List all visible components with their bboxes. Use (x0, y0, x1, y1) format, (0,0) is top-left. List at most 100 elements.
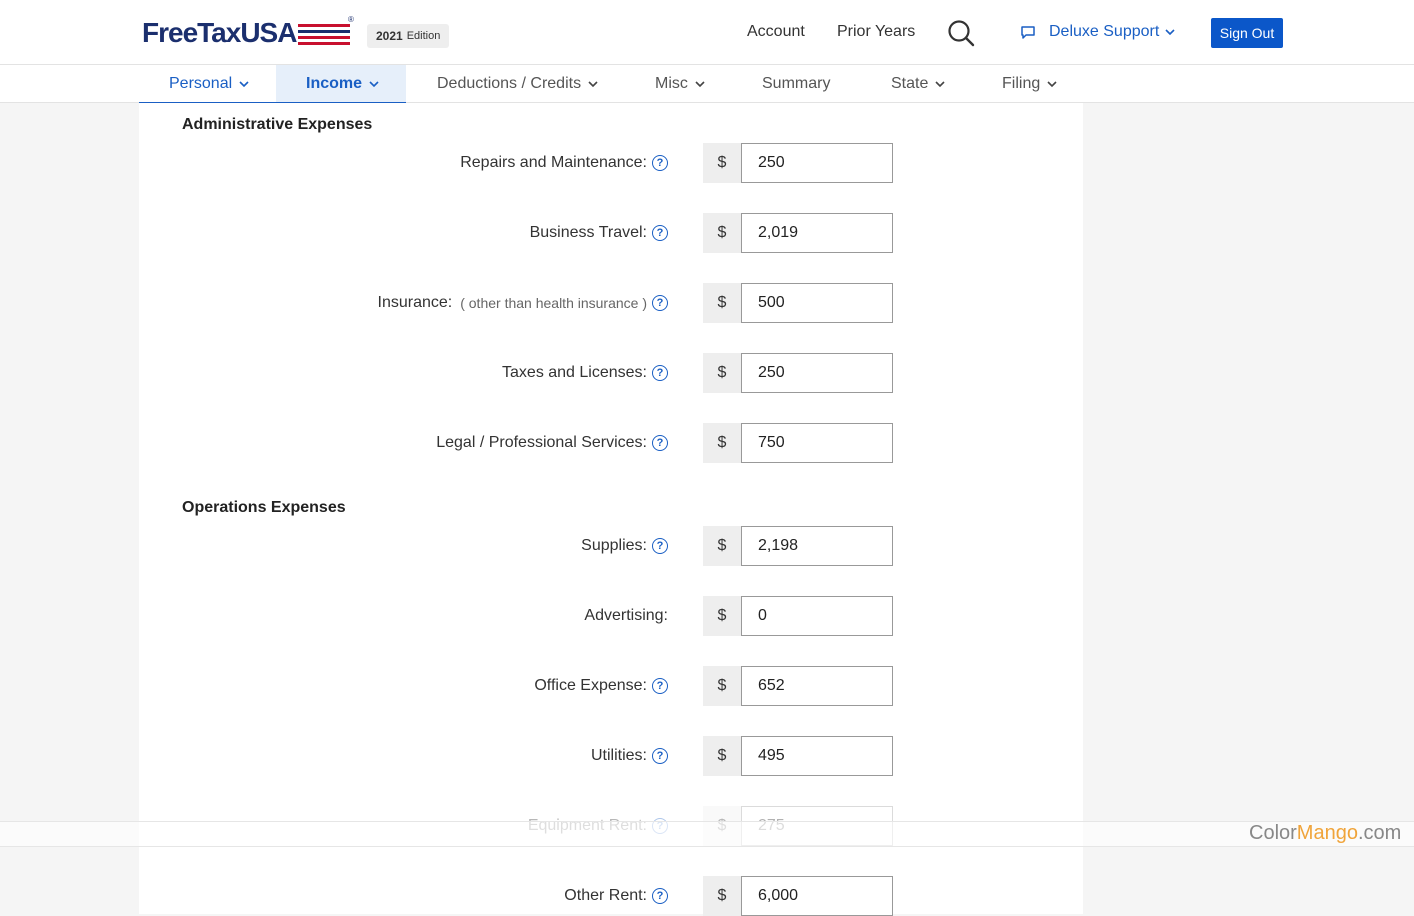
help-icon[interactable]: ? (652, 538, 668, 554)
expense-label: Business Travel:? (530, 213, 668, 253)
tab-misc-label: Misc (655, 75, 688, 92)
dollar-addon: $ (703, 736, 741, 776)
tab-state[interactable]: State (891, 65, 946, 103)
tab-state-label: State (891, 75, 929, 92)
expense-label-text: Other Rent: (564, 887, 647, 904)
expense-row-taxes-licenses: Taxes and Licenses:? $ (0, 353, 1414, 393)
dollar-addon: $ (703, 526, 741, 566)
tab-personal[interactable]: Personal (169, 65, 250, 103)
expense-label-text: Insurance: (377, 294, 453, 311)
chevron-down-icon (934, 79, 946, 89)
deluxe-support-menu[interactable]: Deluxe Support (1020, 23, 1176, 41)
chevron-down-icon (587, 79, 599, 89)
chevron-down-icon (694, 79, 706, 89)
expense-row-utilities: Utilities:? $ (0, 736, 1414, 776)
edition-label: Edition (406, 30, 441, 42)
watermark-part: .com (1357, 822, 1402, 844)
chat-bubble-icon (1021, 26, 1035, 39)
tab-summary[interactable]: Summary (762, 65, 830, 103)
watermark: ColorMango.com (1249, 822, 1401, 845)
help-icon[interactable]: ? (652, 225, 668, 241)
expense-label-text: Taxes and Licenses: (502, 364, 647, 381)
edition-year: 2021 (376, 29, 403, 43)
expense-label: Other Rent:? (564, 876, 668, 916)
repairs-maintenance-input[interactable] (741, 143, 893, 183)
expense-label-text: Office Expense: (534, 677, 647, 694)
expense-label: Supplies:? (581, 526, 668, 566)
watermark-part: Mango (1296, 822, 1358, 844)
tab-misc[interactable]: Misc (655, 65, 706, 103)
flag-stripes-icon (298, 20, 351, 46)
help-icon[interactable]: ? (652, 155, 668, 171)
business-travel-input[interactable] (741, 213, 893, 253)
account-link[interactable]: Account (747, 23, 805, 41)
main-nav: Personal Income Deductions / Credits Mis… (0, 65, 1414, 105)
advertising-input[interactable] (741, 596, 893, 636)
expense-row-other-rent: Other Rent:? $ (0, 876, 1414, 916)
help-icon[interactable]: ? (652, 295, 668, 311)
expense-label: Advertising: (584, 596, 668, 636)
tab-summary-label: Summary (762, 75, 831, 92)
supplies-input[interactable] (741, 526, 893, 566)
registered-mark: ® (348, 15, 354, 24)
taxes-licenses-input[interactable] (741, 353, 893, 393)
administrative-expenses-heading: Administrative Expenses (182, 116, 373, 133)
expense-label-text: Advertising: (584, 607, 668, 624)
tab-filing[interactable]: Filing (1002, 65, 1058, 103)
tab-filing-label: Filing (1002, 75, 1041, 92)
edition-badge: 2021 Edition (367, 24, 450, 48)
insurance-input[interactable] (741, 283, 893, 323)
expense-row-insurance: Insurance: ( other than health insurance … (0, 283, 1414, 323)
expense-label-note: ( other than health insurance ) (460, 295, 647, 311)
help-icon[interactable]: ? (652, 435, 668, 451)
utilities-input[interactable] (741, 736, 893, 776)
help-icon[interactable]: ? (652, 365, 668, 381)
expense-row-legal-professional: Legal / Professional Services:? $ (0, 423, 1414, 463)
chevron-down-icon (1165, 29, 1175, 36)
dollar-addon: $ (703, 283, 741, 323)
expense-label: Office Expense:? (534, 666, 668, 706)
operations-expenses-heading: Operations Expenses (182, 499, 346, 516)
tab-personal-label: Personal (169, 75, 233, 92)
other-rent-input[interactable] (741, 876, 893, 916)
expense-label-text: Legal / Professional Services: (436, 434, 647, 451)
expense-row-supplies: Supplies:? $ (0, 526, 1414, 566)
expense-label: Insurance: ( other than health insurance … (377, 283, 668, 323)
help-icon[interactable]: ? (652, 888, 668, 904)
dollar-addon: $ (703, 143, 741, 183)
tab-deductions-credits[interactable]: Deductions / Credits (437, 65, 599, 103)
help-icon[interactable]: ? (652, 678, 668, 694)
chevron-down-icon (1046, 79, 1058, 89)
chevron-down-icon (368, 79, 380, 89)
expense-label-text: Business Travel: (529, 224, 647, 241)
expense-label: Legal / Professional Services:? (436, 423, 668, 463)
legal-professional-input[interactable] (741, 423, 893, 463)
top-header: FreeTaxUSA ® 2021 Edition Account Prior … (0, 0, 1414, 65)
sign-out-button[interactable]: Sign Out (1211, 18, 1283, 48)
help-icon[interactable]: ? (652, 748, 668, 764)
office-expense-input[interactable] (741, 666, 893, 706)
chevron-down-icon (238, 79, 250, 89)
expense-row-office-expense: Office Expense:? $ (0, 666, 1414, 706)
watermark-part: Color (1249, 822, 1297, 844)
watermark-band (0, 821, 1414, 847)
dollar-addon: $ (703, 596, 741, 636)
dollar-addon: $ (703, 423, 741, 463)
expense-label-text: Repairs and Maintenance: (460, 154, 647, 171)
expense-row-business-travel: Business Travel:? $ (0, 213, 1414, 253)
expense-label: Repairs and Maintenance:? (460, 143, 668, 183)
tab-income[interactable]: Income (276, 65, 406, 103)
dollar-addon: $ (703, 353, 741, 393)
expense-label-text: Supplies: (581, 537, 647, 554)
tab-deductions-label: Deductions / Credits (437, 75, 582, 92)
prior-years-link[interactable]: Prior Years (837, 23, 915, 41)
tab-income-label: Income (306, 75, 363, 92)
freetaxusa-logo[interactable]: FreeTaxUSA (142, 17, 351, 49)
expense-row-advertising: Advertising: $ (0, 596, 1414, 636)
deluxe-support-label: Deluxe Support (1049, 23, 1160, 40)
expense-label: Taxes and Licenses:? (502, 353, 668, 393)
search-icon[interactable] (947, 19, 975, 47)
dollar-addon: $ (703, 876, 741, 916)
expense-label-text: Utilities: (590, 747, 647, 764)
expense-row-repairs: Repairs and Maintenance:? $ (0, 143, 1414, 183)
